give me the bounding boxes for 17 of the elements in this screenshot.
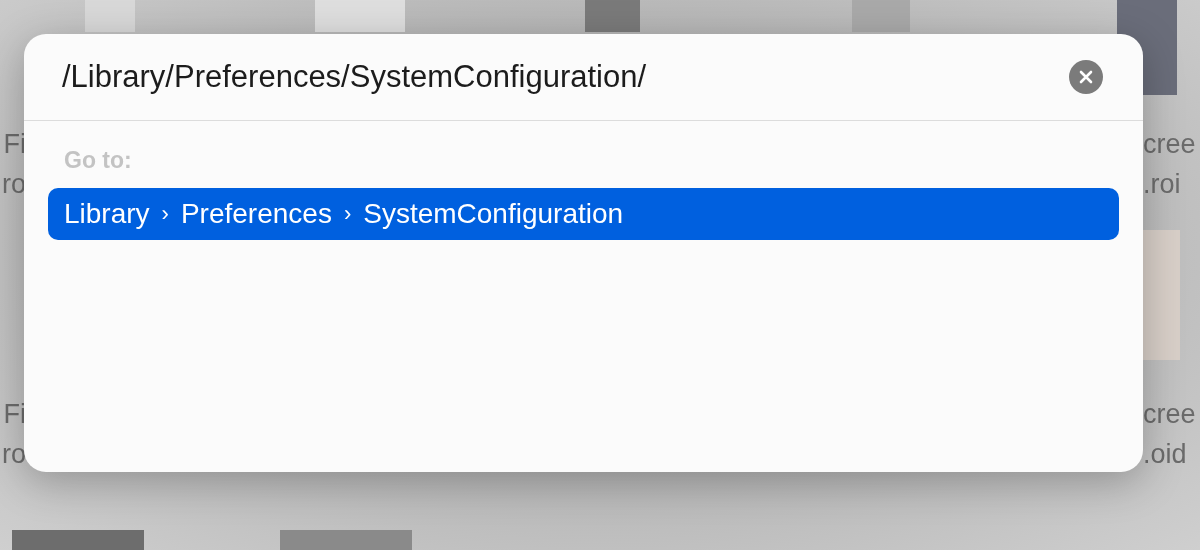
path-segment-label: Library [64,198,150,230]
path-segment-label: Preferences [180,198,332,230]
close-button[interactable] [1069,60,1103,94]
file-name-text: .roi [1143,168,1181,201]
result-row[interactable]: Library › Preferences › SystemConfiguration [48,188,1119,240]
file-name-text: Fi [3,128,26,161]
separator-text: › [343,201,352,227]
separator-text: › [161,201,169,227]
file-name-text: ro [2,168,26,201]
file-name-text: cree [1143,128,1196,161]
path-segment-label: SystemConfiguration [363,198,624,230]
file-name-text: ro [2,438,26,471]
close-icon [1079,70,1093,84]
file-name-text: cree [1143,398,1196,431]
file-name-text: .oid [1143,438,1187,471]
file-name-text: Fi [3,398,26,431]
section-label: Go to: [63,147,133,174]
